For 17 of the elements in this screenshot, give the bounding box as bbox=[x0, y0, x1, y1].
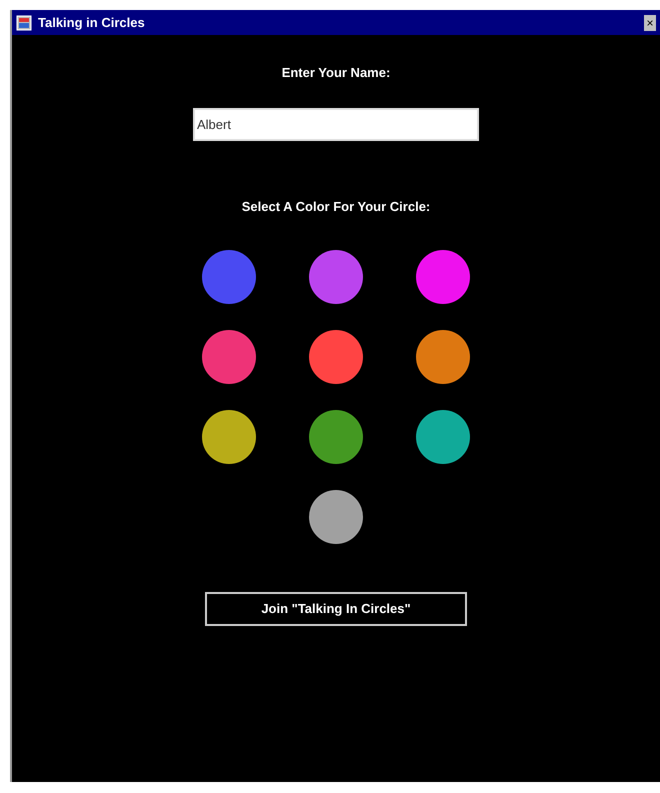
color-swatch[interactable] bbox=[202, 410, 256, 464]
close-button[interactable]: × bbox=[644, 14, 656, 30]
color-swatch[interactable] bbox=[416, 330, 470, 384]
color-swatch[interactable] bbox=[202, 330, 256, 384]
color-swatch[interactable] bbox=[309, 490, 363, 544]
color-swatch[interactable] bbox=[309, 410, 363, 464]
join-button[interactable]: Join "Talking In Circles" bbox=[205, 592, 467, 626]
name-input-field[interactable]: Albert bbox=[193, 108, 479, 140]
color-swatch[interactable] bbox=[202, 250, 256, 304]
color-swatch[interactable] bbox=[309, 250, 363, 304]
color-swatch[interactable] bbox=[309, 330, 363, 384]
color-prompt-label: Select A Color For Your Circle: bbox=[242, 198, 430, 216]
color-swatch[interactable] bbox=[416, 410, 470, 464]
window-title: Talking in Circles bbox=[38, 14, 145, 32]
color-swatch[interactable] bbox=[416, 250, 470, 304]
window-icon bbox=[16, 14, 32, 30]
name-label: Enter Your Name: bbox=[282, 64, 390, 82]
